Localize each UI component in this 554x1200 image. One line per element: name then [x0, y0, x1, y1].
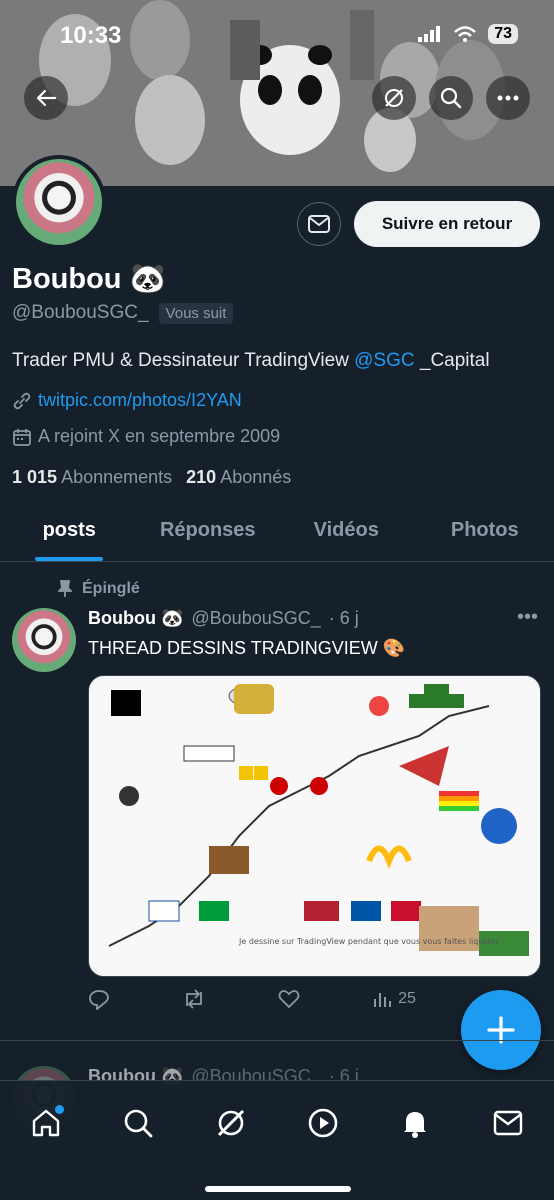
calendar-icon: [13, 428, 31, 446]
envelope-icon: [308, 215, 330, 233]
pin-icon: [58, 580, 72, 597]
repost-button[interactable]: [182, 988, 206, 1010]
envelope-icon: [493, 1110, 522, 1136]
bell-icon: [404, 1112, 427, 1138]
wifi-icon: [454, 26, 477, 42]
grok-button[interactable]: [372, 76, 416, 120]
message-button[interactable]: [297, 202, 341, 246]
notification-dot: [55, 1105, 65, 1114]
home-indicator: [205, 1186, 351, 1192]
nav-search[interactable]: [116, 1101, 160, 1145]
followers-label: Abonnés: [220, 467, 292, 487]
heart-icon: [278, 990, 300, 1009]
website-link[interactable]: twitpic.com/photos/I2YAN: [38, 390, 242, 411]
profile-bio: Trader PMU & Dessinateur TradingView @SG…: [12, 350, 490, 372]
repost-icon: [186, 989, 202, 1009]
bio-text: Trader PMU & Dessinateur TradingView: [12, 350, 355, 371]
post-actions: 25: [88, 988, 508, 1010]
post-text: THREAD DESSINS TRADINGVIEW 🎨: [88, 638, 406, 658]
post-author-name[interactable]: Boubou 🐼: [88, 608, 183, 629]
join-date: A rejoint X en septembre 2009: [38, 426, 281, 446]
nav-video[interactable]: [301, 1101, 345, 1145]
signal-icon: [418, 26, 441, 42]
link-icon: [13, 392, 31, 409]
compose-post-button[interactable]: [461, 990, 541, 1070]
post-author-handle: @BoubouSGC_: [191, 608, 321, 628]
pinned-label: Épinglé: [82, 580, 140, 597]
followers-count: 210: [186, 467, 217, 487]
nav-home[interactable]: [24, 1101, 68, 1145]
analytics-icon: [374, 993, 392, 1007]
post-avatar[interactable]: [12, 608, 76, 672]
like-button[interactable]: [278, 989, 300, 1009]
nav-grok[interactable]: [209, 1101, 253, 1145]
grok-icon: [217, 1109, 244, 1137]
profile-tabs: posts Réponses Vidéos Photos: [0, 500, 554, 562]
following-stat[interactable]: 1 015 Abonnements: [12, 467, 172, 488]
post-image[interactable]: Je dessine sur TradingView pendant que v…: [88, 675, 541, 977]
search-icon: [125, 1109, 153, 1138]
tradingview-drawing: Je dessine sur TradingView pendant que v…: [89, 676, 540, 976]
views-count: 25: [398, 990, 416, 1007]
grok-icon: [385, 89, 403, 107]
status-bar: 10:33 73: [0, 0, 554, 60]
battery-indicator: 73: [488, 24, 518, 44]
back-button[interactable]: [24, 76, 68, 120]
reply-icon: [89, 990, 109, 1010]
play-icon: [308, 1108, 338, 1138]
more-horizontal-icon: [497, 95, 519, 101]
follow-back-button[interactable]: Suivre en retour: [354, 201, 540, 247]
arrow-left-icon: [36, 89, 57, 107]
post-more-button[interactable]: •••: [517, 606, 538, 629]
following-count: 1 015: [12, 467, 58, 487]
nav-messages[interactable]: [486, 1101, 530, 1145]
profile-handle: @BoubouSGC_: [12, 302, 149, 323]
more-options-button[interactable]: [486, 76, 530, 120]
bio-mention-link[interactable]: @SGC: [354, 350, 414, 371]
post-divider: [0, 1040, 554, 1041]
pinned-indicator: Épinglé: [58, 580, 140, 598]
bio-suffix: _Capital: [414, 350, 490, 371]
profile-avatar[interactable]: [12, 155, 106, 249]
nav-notifications[interactable]: [393, 1101, 437, 1145]
tab-replies[interactable]: Réponses: [139, 500, 278, 561]
search-button[interactable]: [429, 76, 473, 120]
follows-you-badge: Vous suit: [158, 302, 234, 324]
image-caption: Je dessine sur TradingView pendant que v…: [238, 937, 500, 946]
post-time: · 6 j: [328, 608, 359, 628]
following-label: Abonnements: [61, 467, 173, 487]
bottom-navigation: [0, 1080, 554, 1200]
profile-name: Boubou 🐼: [12, 263, 166, 295]
reply-button[interactable]: [88, 988, 110, 1010]
tab-photos[interactable]: Photos: [416, 500, 554, 561]
search-icon: [440, 87, 462, 109]
views-button[interactable]: 25: [372, 989, 416, 1009]
tab-posts[interactable]: posts: [0, 500, 139, 561]
clock: 10:33: [60, 22, 122, 49]
followers-stat[interactable]: 210 Abonnés: [186, 467, 291, 488]
tab-videos[interactable]: Vidéos: [277, 500, 416, 561]
